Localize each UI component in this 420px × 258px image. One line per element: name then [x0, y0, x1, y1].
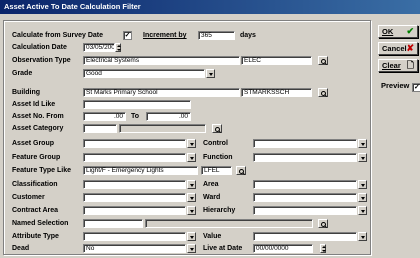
dead-select[interactable]: No	[83, 244, 186, 253]
asset-category-label: Asset Category	[12, 125, 64, 132]
function-select[interactable]	[253, 153, 357, 162]
live-at-date-input[interactable]: 00/00/0000	[253, 244, 313, 253]
ok-label: OK	[382, 27, 394, 36]
classification-select[interactable]	[83, 180, 186, 189]
preview-toggle[interactable]: Preview ✓	[381, 81, 420, 92]
named-selection-lookup-icon[interactable]	[318, 219, 328, 228]
asset-group-dropdown-arrow-icon[interactable]	[187, 139, 196, 148]
check-icon: ✔	[406, 26, 414, 36]
area-dropdown-arrow-icon[interactable]	[358, 180, 367, 189]
increment-unit-label: days	[240, 32, 256, 39]
feature-type-code-input[interactable]: LFEL	[201, 166, 232, 175]
ward-dropdown-arrow-icon[interactable]	[358, 193, 367, 202]
asset-no-to-label: To	[131, 113, 140, 120]
clear-button[interactable]: Clear 🗋	[378, 59, 418, 72]
building-label: Building	[12, 89, 40, 96]
window-title: Asset Active To Date Calculation Filter	[0, 0, 420, 14]
named-selection-code-input[interactable]	[83, 219, 143, 228]
named-selection-description	[145, 219, 313, 228]
function-dropdown-arrow-icon[interactable]	[358, 153, 367, 162]
clear-page-icon: 🗋	[406, 60, 414, 70]
area-select[interactable]	[253, 180, 357, 189]
preview-checkbox[interactable]: ✓	[412, 83, 420, 92]
customer-dropdown-arrow-icon[interactable]	[187, 193, 196, 202]
preview-label: Preview	[381, 81, 410, 90]
attribute-type-dropdown-arrow-icon[interactable]	[187, 232, 196, 241]
control-label: Control	[203, 140, 228, 147]
observation-type-code-input[interactable]: ELEC	[241, 56, 312, 65]
feature-group-select[interactable]	[83, 153, 186, 162]
asset-no-from-label: Asset No. From	[12, 113, 64, 120]
function-label: Function	[203, 154, 233, 161]
calc-date-input[interactable]: 03/05/2002	[83, 43, 115, 52]
named-selection-label: Named Selection	[12, 220, 69, 227]
live-at-date-label: Live at Date	[203, 245, 243, 252]
classification-dropdown-arrow-icon[interactable]	[187, 180, 196, 189]
classification-label: Classification	[12, 181, 58, 188]
ok-button[interactable]: OK ✔	[378, 25, 418, 38]
observation-type-lookup-icon[interactable]	[318, 56, 328, 65]
cancel-button[interactable]: Cancel ✘	[378, 42, 418, 55]
control-dropdown-arrow-icon[interactable]	[358, 139, 367, 148]
asset-group-select[interactable]	[83, 139, 186, 148]
dead-dropdown-arrow-icon[interactable]	[187, 244, 196, 253]
dead-label: Dead	[12, 245, 30, 252]
asset-no-from-input[interactable]: .00	[83, 112, 126, 121]
contract-area-dropdown-arrow-icon[interactable]	[187, 206, 196, 215]
calc-from-survey-label: Calculate from Survey Date	[12, 32, 104, 39]
value-select[interactable]	[253, 232, 357, 241]
feature-group-label: Feature Group	[12, 154, 61, 161]
asset-category-description	[119, 124, 206, 133]
customer-label: Customer	[12, 194, 45, 201]
live-at-date-spin-icon[interactable]	[320, 244, 326, 253]
calc-from-survey-checkbox[interactable]: ✓	[123, 31, 132, 40]
ward-label: Ward	[203, 194, 221, 201]
building-lookup-icon[interactable]	[318, 88, 328, 97]
control-select[interactable]	[253, 139, 357, 148]
contract-area-select[interactable]	[83, 206, 186, 215]
asset-no-to-input[interactable]: .00	[146, 112, 191, 121]
ward-select[interactable]	[253, 193, 357, 202]
hierarchy-dropdown-arrow-icon[interactable]	[358, 206, 367, 215]
increment-input[interactable]: 365	[198, 31, 235, 40]
hierarchy-select[interactable]	[253, 206, 357, 215]
asset-id-like-label: Asset Id Like	[12, 101, 56, 108]
building-input[interactable]: St Marks Primary School	[83, 88, 240, 97]
building-code-input[interactable]: STMARKSSCH	[241, 88, 312, 97]
customer-select[interactable]	[83, 193, 186, 202]
grade-label: Grade	[12, 70, 33, 77]
observation-type-input[interactable]: Electrical Systems	[83, 56, 240, 65]
grade-dropdown-arrow-icon[interactable]	[206, 69, 215, 78]
feature-type-like-input[interactable]: Light/F - Emergency Lights	[83, 166, 198, 175]
clear-label: Clear	[382, 61, 401, 70]
contract-area-label: Contract Area	[12, 207, 59, 214]
asset-category-code-input[interactable]	[83, 124, 117, 133]
feature-type-like-label: Feature Type Like	[12, 167, 72, 174]
attribute-type-select[interactable]	[83, 232, 186, 241]
attribute-type-label: Attribute Type	[12, 233, 59, 240]
asset-group-label: Asset Group	[12, 140, 55, 147]
asset-id-like-input[interactable]	[83, 100, 191, 109]
cancel-x-icon: ✘	[406, 43, 414, 53]
feature-group-dropdown-arrow-icon[interactable]	[187, 153, 196, 162]
hierarchy-label: Hierarchy	[203, 207, 236, 214]
value-dropdown-arrow-icon[interactable]	[358, 232, 367, 241]
asset-category-lookup-icon[interactable]	[212, 124, 222, 133]
observation-type-label: Observation Type	[12, 57, 71, 64]
grade-select[interactable]: Good	[83, 69, 205, 78]
cancel-label: Cancel	[382, 44, 407, 53]
area-label: Area	[203, 181, 219, 188]
value-label: Value	[203, 233, 222, 240]
calc-date-label: Calculation Date	[12, 44, 67, 51]
feature-type-lookup-icon[interactable]	[236, 166, 246, 175]
increment-label: Increment by	[143, 32, 187, 39]
calc-date-spin-icon[interactable]	[115, 43, 121, 52]
